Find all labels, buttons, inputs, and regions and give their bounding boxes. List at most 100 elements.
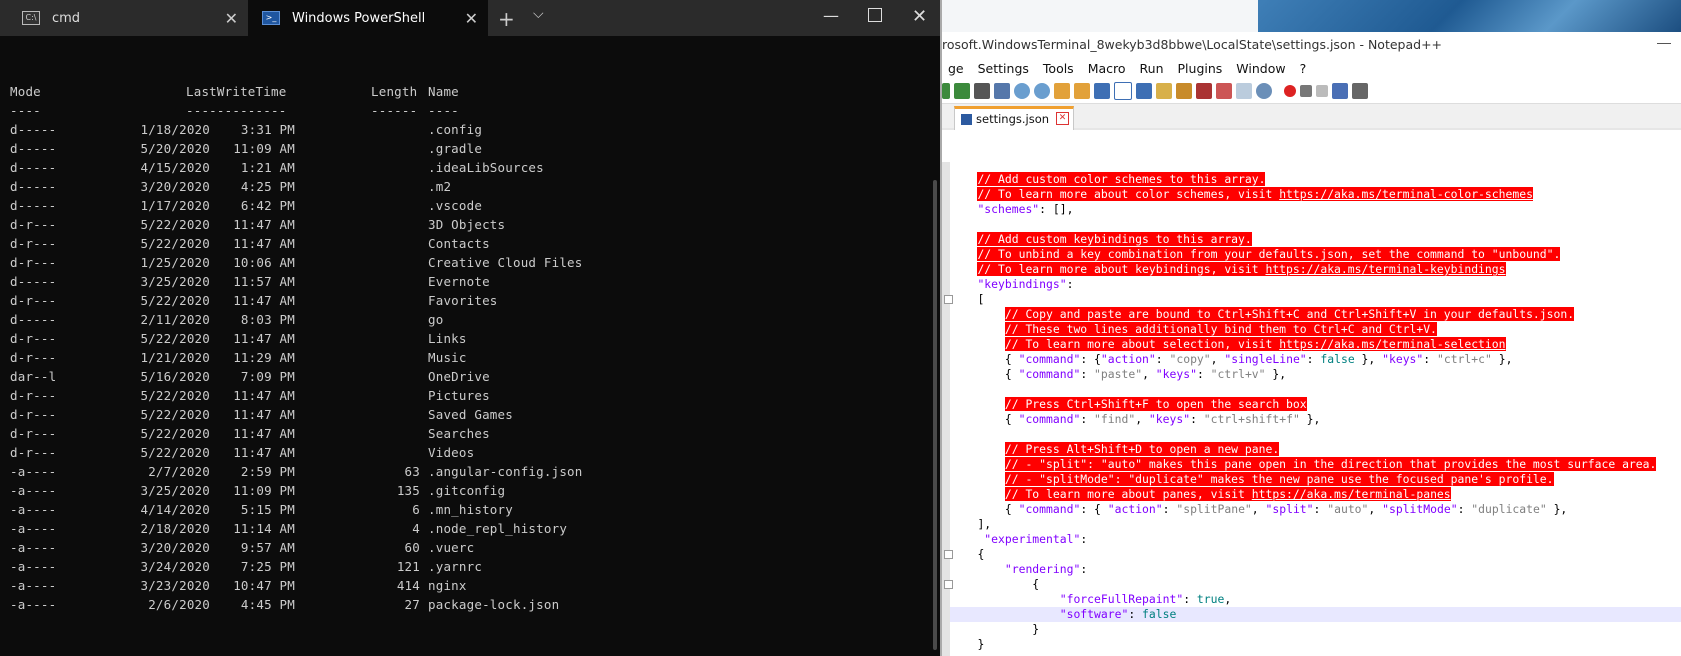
comment-link[interactable]: https://aka.ms/terminal-color-schemes [1279,187,1533,201]
row-name: Evernote [428,274,490,289]
row-time: 1:21 AM [240,160,295,175]
tab-cmd[interactable]: C:\ cmd ✕ [8,0,248,36]
menu-item-run[interactable]: Run [1134,61,1172,76]
row-date: 2/11/2020 [140,312,210,327]
row-date: 3/20/2020 [140,179,210,194]
scrollbar[interactable] [933,180,937,650]
code-line: // These two lines additionally bind the… [950,322,1681,337]
terminal-window[interactable]: C:\ cmd ✕ >_ Windows PowerShell ✕ + ⌵ — … [0,0,942,656]
document-map-icon[interactable] [1176,83,1192,99]
row-date: 5/20/2020 [140,141,210,156]
user-language-icon[interactable] [1156,83,1172,99]
json-key: "splitMode" [1382,502,1458,516]
comment-text: // Add custom color schemes to this arra… [977,172,1266,186]
row-date: 1/17/2020 [140,198,210,213]
table-row: d----- 4/15/2020 1:21 AM .ideaLibSources [10,158,544,177]
close-icon[interactable]: ✕ [225,9,238,28]
zoom-in-icon[interactable] [1014,83,1030,99]
row-date: 5/22/2020 [140,217,210,232]
json-punctuation: : [1306,352,1321,366]
chevron-down-icon[interactable]: ⌵ [533,6,544,22]
row-mode: -a---- [10,597,57,612]
folder-workspace-icon[interactable] [1216,83,1232,99]
minimize-icon[interactable] [1657,35,1671,44]
fold-toggle-icon[interactable] [944,295,953,304]
table-row: -a---- 2/7/2020 2:59 PM 63 .angular-config.j… [10,462,582,481]
stop-macro-icon[interactable] [1300,85,1312,97]
row-mode: d----- [10,274,57,289]
table-row: d-r--- 5/22/2020 11:47 AM Links [10,329,466,348]
sync-vertical-icon[interactable] [1054,83,1070,99]
menu-item-language[interactable]: ge [942,61,972,76]
run-macro-multiple-icon[interactable] [1332,83,1348,99]
sync-horizontal-icon[interactable] [1074,83,1090,99]
table-row: d-r--- 1/21/2020 11:29 AM Music [10,348,466,367]
json-punctuation: : [1196,367,1211,381]
close-window-icon[interactable]: ✕ [912,6,927,27]
code-line: // Press Ctrl+Shift+F to open the search… [950,397,1681,412]
menu-item-help[interactable]: ? [1294,61,1315,76]
eye-icon[interactable] [1256,83,1272,99]
table-row: d-r--- 5/22/2020 11:47 AM Pictures [10,386,490,405]
col-header-lastwritetime: LastWriteTime [186,84,287,99]
comment-link[interactable]: https://aka.ms/terminal-selection [1279,337,1506,351]
indent-guide-icon[interactable] [1136,83,1152,99]
undo-icon[interactable] [942,83,950,99]
menu-item-tools[interactable]: Tools [1037,61,1082,76]
maximize-icon[interactable] [868,8,882,22]
table-row: d-r--- 5/22/2020 11:47 AM 3D Objects [10,215,505,234]
play-macro-icon[interactable] [1316,85,1328,97]
table-row: d-r--- 1/25/2020 10:06 AM Creative Cloud Fi… [10,253,582,272]
file-tab-settings-json[interactable]: settings.json ✕ [954,106,1075,130]
menu-item-plugins[interactable]: Plugins [1172,61,1231,76]
new-tab-button[interactable]: + [498,7,515,31]
table-row: d-r--- 5/22/2020 11:47 AM Saved Games [10,405,513,424]
close-icon[interactable]: ✕ [465,9,478,28]
row-date: 2/6/2020 [148,597,210,612]
show-all-characters-icon[interactable] [1114,82,1132,100]
menu-item-macro[interactable]: Macro [1082,61,1134,76]
row-date: 5/22/2020 [140,388,210,403]
code-editor[interactable]: // Add custom color schemes to this arra… [944,172,1681,656]
fold-toggle-icon[interactable] [944,550,953,559]
find-icon[interactable] [974,83,990,99]
row-name: .ideaLibSources [428,160,544,175]
json-string: "copy" [1169,352,1211,366]
function-list-icon[interactable] [1196,83,1212,99]
replace-icon[interactable] [994,83,1010,99]
comment-link[interactable]: https://aka.ms/terminal-panes [1251,487,1451,501]
monitoring-icon[interactable] [1236,83,1252,99]
zoom-out-icon[interactable] [1034,83,1050,99]
record-macro-icon[interactable] [1284,85,1296,97]
code-line: "keybindings": [950,277,1681,292]
close-tab-icon[interactable]: ✕ [1056,112,1070,125]
code-line: "experimental": [950,532,1681,547]
tab-windows-powershell[interactable]: >_ Windows PowerShell ✕ [248,0,488,36]
comment-text: // To learn more about panes, visit [1004,487,1252,501]
word-wrap-icon[interactable] [1094,83,1110,99]
json-string: "auto" [1327,502,1369,516]
menu-item-window[interactable]: Window [1230,61,1293,76]
table-row: d----- 3/20/2020 4:25 PM .m2 [10,177,451,196]
tab-label: Windows PowerShell [292,10,426,26]
row-mode: d-r--- [10,331,57,346]
comment-text: // To learn more about keybindings, visi… [977,262,1266,276]
notepadpp-window[interactable]: rosoft.WindowsTerminal_8wekyb3d8bbwe\Loc… [942,32,1681,656]
redo-icon[interactable] [954,83,970,99]
menu-item-settings[interactable]: Settings [972,61,1037,76]
fold-toggle-icon[interactable] [944,580,953,589]
row-name: .config [428,122,483,137]
row-mode: -a---- [10,521,57,536]
table-row: d----- 2/11/2020 8:03 PM go [10,310,443,329]
minimize-icon[interactable]: — [823,6,839,25]
save-macro-icon[interactable] [1352,83,1368,99]
row-date: 1/21/2020 [140,350,210,365]
terminal-output[interactable]: Mode LastWriteTime Length Name ---- ----… [10,82,582,614]
comment-link[interactable]: https://aka.ms/terminal-keybindings [1265,262,1506,276]
json-punctuation: , [1135,412,1149,426]
